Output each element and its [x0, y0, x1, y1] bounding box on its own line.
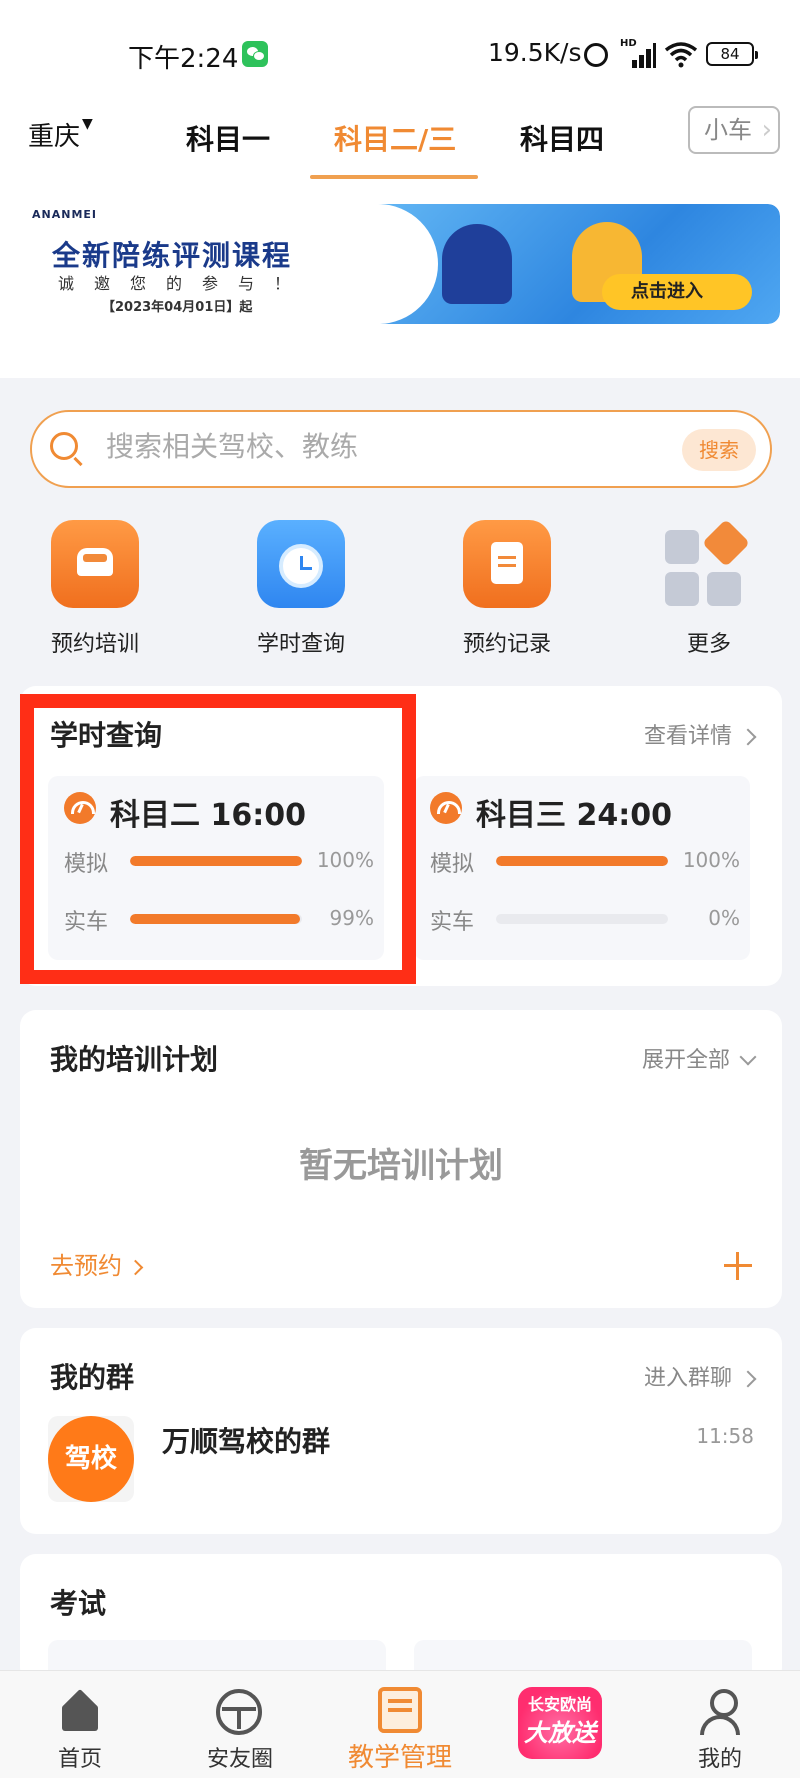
enter-group-chat-label: 进入群聊 — [643, 1366, 732, 1391]
banner-divider-shape — [318, 204, 438, 324]
quick-nav-label: 预约培训 — [50, 632, 139, 657]
search-input[interactable] — [106, 430, 626, 463]
speedometer-icon — [430, 792, 462, 824]
progress-label: 模拟 — [430, 852, 475, 877]
subject-three-hours[interactable]: 科目三 24:00 模拟 100% 实车 0% — [414, 776, 750, 960]
progress-percent: 100% — [682, 848, 740, 872]
banner-subtitle: 诚邀您的参与！ — [58, 274, 311, 293]
progress-track — [496, 914, 668, 924]
group-last-time: 11:58 — [696, 1424, 754, 1448]
expand-all-label: 展开全部 — [641, 1048, 730, 1073]
empty-plan-message: 暂无培训计划 — [299, 1146, 503, 1186]
more-grid-icon — [665, 518, 753, 608]
wechat-icon — [242, 41, 268, 67]
exam-card: 考试 — [20, 1554, 782, 1684]
chevron-right-icon — [127, 1259, 144, 1275]
signal-icon: HD — [620, 38, 656, 68]
quick-nav-more[interactable]: 更多 — [634, 518, 784, 658]
quick-nav-book-training[interactable]: 预约培训 — [20, 520, 170, 658]
city-label: 重庆 — [28, 122, 81, 152]
quick-nav-label: 预约记录 — [462, 632, 551, 657]
promo-line2: 大放送 — [524, 1719, 596, 1747]
user-icon — [700, 1689, 740, 1735]
car-type-label: 小车 — [704, 116, 752, 144]
banner-date: 【2023年04月01日】起 — [102, 300, 253, 315]
banner-title: 全新陪练评测课程 — [52, 239, 293, 272]
steering-wheel-icon — [216, 1689, 262, 1735]
add-plan-plus-icon[interactable] — [724, 1252, 752, 1280]
training-plan-title: 我的培训计划 — [50, 1043, 219, 1076]
expand-all-link[interactable]: 展开全部 — [641, 1042, 757, 1074]
chevron-down-icon — [739, 1048, 757, 1066]
enter-group-chat-link[interactable]: 进入群聊 — [643, 1360, 757, 1392]
status-time: 下午2:24 — [128, 44, 239, 74]
tab-mine[interactable]: 我的 — [660, 1671, 780, 1778]
training-plan-card: 我的培训计划 展开全部 暂无培训计划 去预约 — [20, 1010, 782, 1308]
view-details-link[interactable]: 查看详情 — [643, 718, 757, 750]
progress-percent: 0% — [708, 906, 740, 930]
highlight-annotation-box — [20, 694, 416, 984]
tab-community[interactable]: 安友圈 — [180, 1671, 300, 1778]
active-tab-indicator — [310, 175, 478, 179]
bottom-tab-bar: 首页 安友圈 教学管理 长安欧尚 大放送 我的 — [0, 1670, 800, 1778]
go-book-link[interactable]: 去预约 — [50, 1246, 144, 1281]
alarm-icon — [584, 43, 608, 67]
tab-label: 首页 — [57, 1747, 102, 1772]
banner-enter-button[interactable]: 点击进入 — [602, 274, 752, 310]
progress-row: 实车 0% — [430, 904, 740, 935]
group-avatar-text: 驾校 — [48, 1416, 134, 1502]
tab-home[interactable]: 首页 — [20, 1671, 140, 1778]
quick-nav-booking-records[interactable]: 预约记录 — [432, 520, 582, 658]
search-bar[interactable]: 搜索 — [30, 410, 772, 488]
book-icon — [378, 1687, 422, 1733]
quick-nav-label: 更多 — [686, 632, 731, 657]
group-avatar: 驾校 — [48, 1416, 134, 1502]
my-groups-card: 我的群 进入群聊 驾校 万顺驾校的群 11:58 — [20, 1328, 782, 1534]
hd-label: HD — [620, 38, 637, 49]
chevron-right-icon — [739, 1370, 757, 1388]
go-book-label: 去预约 — [50, 1252, 122, 1280]
promo-banner[interactable]: ANANMEI 全新陪练评测课程 诚邀您的参与！ 【2023年04月01日】起 … — [18, 204, 780, 324]
progress-fill — [496, 856, 668, 866]
battery-indicator: 84 — [706, 42, 758, 66]
caret-down-icon: ▼ — [82, 116, 93, 132]
my-groups-title: 我的群 — [50, 1361, 135, 1394]
banner-figure-left — [442, 224, 512, 304]
tab-promo[interactable]: 长安欧尚 大放送 — [510, 1681, 610, 1765]
tab-subject-one[interactable]: 科目一 — [186, 118, 270, 158]
tab-label: 教学管理 — [347, 1743, 452, 1773]
car-type-button[interactable]: 小车 › — [688, 106, 780, 154]
quick-nav-label: 学时查询 — [256, 632, 345, 657]
progress-track — [496, 856, 668, 866]
progress-label: 实车 — [430, 910, 475, 935]
subject-hours: 24:00 — [576, 798, 672, 833]
tab-label: 我的 — [697, 1747, 742, 1772]
tab-label: 安友圈 — [206, 1747, 273, 1772]
city-selector[interactable]: 重庆 ▼ — [28, 116, 93, 153]
tab-teaching-management[interactable]: 教学管理 — [340, 1671, 460, 1778]
clock-icon — [257, 520, 345, 608]
exam-title: 考试 — [50, 1587, 107, 1620]
wifi-icon — [664, 42, 698, 68]
banner-brand: ANANMEI — [32, 208, 97, 221]
status-bar: 下午2:24 19.5K/s HD 84 — [0, 0, 800, 105]
promo-line1: 长安欧尚 — [527, 1695, 592, 1714]
tab-subject-four[interactable]: 科目四 — [520, 118, 604, 158]
network-speed: 19.5K/s — [488, 38, 582, 67]
group-name: 万顺驾校的群 — [162, 1425, 331, 1458]
tab-subject-two-three[interactable]: 科目二/三 — [334, 118, 456, 158]
quick-nav-study-hours[interactable]: 学时查询 — [226, 520, 376, 658]
subject-hours-heading: 科目三 24:00 — [476, 790, 672, 834]
home-icon — [58, 1691, 102, 1731]
subject-name: 科目三 — [476, 798, 566, 833]
car-icon — [51, 520, 139, 608]
progress-row: 模拟 100% — [430, 846, 740, 877]
chevron-right-icon — [739, 728, 757, 746]
search-icon — [50, 432, 78, 460]
search-button[interactable]: 搜索 — [682, 429, 756, 471]
view-details-label: 查看详情 — [643, 724, 732, 749]
document-icon — [463, 520, 551, 608]
chevron-right-icon: › — [761, 115, 772, 145]
